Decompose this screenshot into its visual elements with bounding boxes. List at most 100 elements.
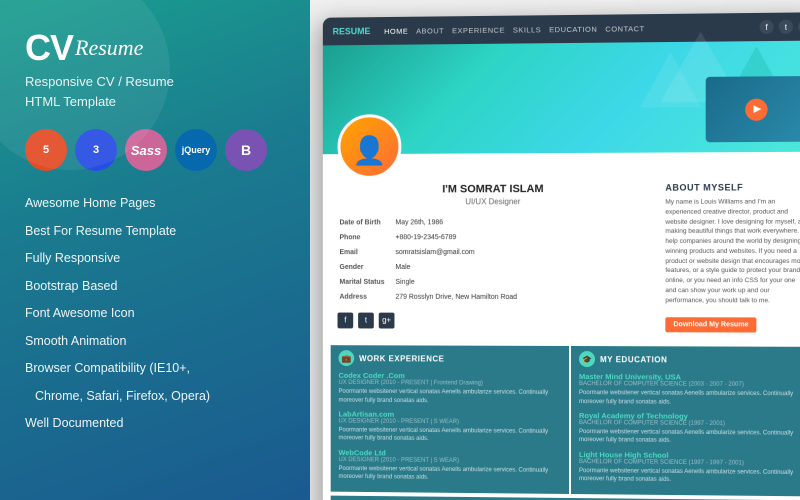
- edu-desc: Poormante websitener vertical sonatas Ae…: [579, 389, 800, 407]
- edu-period: BACHELOR OF COMPUTER SCIENCE (1997 - 199…: [579, 459, 800, 467]
- play-button[interactable]: ▶: [745, 98, 767, 120]
- edu-period: BACHELOR OF COMPUTER SCIENCE (2003 - 200…: [579, 381, 800, 388]
- about-title: ABOUT MYSELF: [665, 182, 800, 193]
- value: Single: [395, 276, 648, 289]
- badge-sass: Sass: [125, 129, 167, 171]
- exp-desc: Poormante websitener vertical sonatas Ae…: [339, 465, 562, 484]
- avatar-container: 👤: [338, 114, 402, 179]
- nav-bar: RESUME HOME ABOUT EXPERIENCE SKILLS EDUC…: [323, 12, 800, 45]
- social-fb-icon[interactable]: f: [338, 312, 354, 328]
- nav-link-experience[interactable]: EXPERIENCE: [452, 25, 505, 35]
- feature-item: Bootstrap Based: [25, 276, 285, 298]
- social-icon-tw[interactable]: t: [779, 20, 793, 34]
- briefcase-icon: 💼: [339, 350, 355, 366]
- browser-mockup: RESUME HOME ABOUT EXPERIENCE SKILLS EDUC…: [323, 12, 800, 500]
- edu-desc: Poormante websitener vertical sonatas Ae…: [579, 428, 800, 447]
- social-icon-fb[interactable]: f: [759, 20, 773, 34]
- tech-badges: 5 3 Sass jQuery B: [25, 129, 285, 171]
- left-panel: CV Resume Responsive CV / Resume HTML Te…: [0, 0, 310, 500]
- exp-period: UX DESIGNER (2010 - PRESENT | Frontend D…: [339, 380, 562, 387]
- nav-links: HOME ABOUT EXPERIENCE SKILLS EDUCATION C…: [384, 23, 753, 36]
- table-row: Date of Birth May 26th, 1986: [339, 216, 648, 230]
- edu-item-0: Master Mind University, USA BACHELOR OF …: [579, 372, 800, 407]
- exp-desc: Poormante websitener vertical sonatas Ae…: [339, 388, 562, 406]
- feature-item: Fully Responsive: [25, 248, 285, 270]
- avatar: 👤: [338, 114, 402, 179]
- label: Address: [339, 291, 393, 304]
- graduation-icon: 🎓: [579, 351, 595, 367]
- feature-item: Smooth Animation: [25, 331, 285, 353]
- nav-link-home[interactable]: HOME: [384, 26, 408, 35]
- table-row: Gender Male: [339, 261, 648, 274]
- nav-link-about[interactable]: ABOUT: [416, 26, 444, 35]
- table-row: Email somratsislam@gmail.com: [339, 246, 648, 259]
- profile-left: I'M SOMRAT ISLAM UI/UX Designer Date of …: [338, 183, 651, 333]
- feature-item: Font Awesome Icon: [25, 303, 285, 325]
- education-panel: 🎓 MY EDUCATION Master Mind University, U…: [571, 346, 800, 496]
- profile-table: Date of Birth May 26th, 1986 Phone +880-…: [338, 214, 651, 307]
- tagline: Responsive CV / Resume HTML Template: [25, 72, 285, 111]
- avatar-icon: 👤: [352, 134, 386, 167]
- edu-desc: Poormante websitener vertical sonatas Ae…: [579, 467, 800, 486]
- right-panel: RESUME HOME ABOUT EXPERIENCE SKILLS EDUC…: [310, 0, 800, 500]
- feature-item: Chrome, Safari, Firefox, Opera): [25, 386, 285, 408]
- profile-name: I'M SOMRAT ISLAM: [338, 183, 651, 196]
- section-row: 💼 WORK EXPERIENCE Codex Coder .Com UX DE…: [323, 345, 800, 496]
- label: Marital Status: [339, 276, 393, 289]
- label: Gender: [339, 261, 393, 274]
- exp-item-0: Codex Coder .Com UX DESIGNER (2010 - PRE…: [339, 371, 562, 406]
- label: Date of Birth: [339, 216, 393, 229]
- skills-section: PROFESSIONAL SKILLS & LANGUAGES SKILLS A…: [331, 495, 800, 500]
- edu-section-title: MY EDUCATION: [600, 355, 667, 364]
- nav-link-contact[interactable]: CONTACT: [605, 24, 644, 33]
- label: Phone: [339, 231, 393, 244]
- feature-item: Best For Resume Template: [25, 221, 285, 243]
- badge-bootstrap: B: [225, 129, 267, 171]
- label: Email: [339, 246, 393, 259]
- work-section-title: WORK EXPERIENCE: [359, 354, 444, 363]
- download-resume-button[interactable]: Download My Resume: [665, 317, 756, 332]
- profile-info: I'M SOMRAT ISLAM UI/UX Designer Date of …: [323, 152, 800, 341]
- logo-area: CV Resume: [25, 30, 285, 66]
- edu-item-1: Royal Academy of Technology BACHELOR OF …: [579, 411, 800, 447]
- exp-item-2: WebCode Ltd UX DESIGNER (2010 - PRESENT …: [339, 448, 562, 484]
- badge-jquery: jQuery: [175, 129, 217, 171]
- feature-item: Awesome Home Pages: [25, 193, 285, 215]
- logo-cv: CV: [25, 30, 73, 66]
- exp-period: UX DESIGNER (2010 - PRESENT | S WEAR): [339, 418, 562, 425]
- features-list: Awesome Home Pages Best For Resume Templ…: [25, 193, 285, 435]
- exp-item-1: LabArtisan.com UX DESIGNER (2010 - PRESE…: [339, 410, 562, 445]
- value: Male: [395, 261, 648, 274]
- section-header: 💼 WORK EXPERIENCE: [339, 350, 562, 367]
- badge-html5: 5: [25, 129, 67, 171]
- profile-title: UI/UX Designer: [338, 197, 651, 207]
- logo-resume: Resume: [75, 35, 143, 61]
- video-thumbnail[interactable]: ▶: [706, 76, 800, 142]
- table-row: Address 279 Rosslyn Drive, New Hamilton …: [339, 291, 648, 304]
- value: 279 Rosslyn Drive, New Hamilton Road: [395, 291, 648, 304]
- about-text: My name is Louis Williams and I'm an exp…: [665, 197, 800, 305]
- feature-item: Browser Compatibility (IE10+,: [25, 358, 285, 380]
- social-tw-icon[interactable]: t: [358, 312, 374, 328]
- nav-logo: RESUME: [333, 26, 371, 36]
- work-experience-panel: 💼 WORK EXPERIENCE Codex Coder .Com UX DE…: [331, 345, 569, 493]
- social-icons-row: f t g+: [338, 312, 651, 329]
- value: somratsislam@gmail.com: [395, 246, 648, 259]
- value: May 26th, 1986: [395, 216, 648, 230]
- table-row: Phone +880-19-2345-6789: [339, 231, 648, 244]
- edu-item-2: Light House High School BACHELOR OF COMP…: [579, 450, 800, 486]
- table-row: Marital Status Single: [339, 276, 648, 289]
- value: +880-19-2345-6789: [395, 231, 648, 244]
- feature-item: Well Documented: [25, 413, 285, 435]
- social-gp-icon[interactable]: g+: [379, 312, 395, 328]
- section-header: 🎓 MY EDUCATION: [579, 351, 800, 368]
- edu-period: BACHELOR OF COMPUTER SCIENCE (1997 - 200…: [579, 420, 800, 428]
- exp-desc: Poormante websitener vertical sonatas Ae…: [339, 426, 562, 444]
- nav-icons: f t in: [759, 19, 800, 34]
- nav-link-education[interactable]: EDUCATION: [549, 24, 597, 34]
- badge-css3: 3: [75, 129, 117, 171]
- nav-link-skills[interactable]: SKILLS: [513, 25, 541, 34]
- profile-right: ABOUT MYSELF My name is Louis Williams a…: [665, 182, 800, 333]
- exp-period: UX DESIGNER (2010 - PRESENT | S WEAR): [339, 457, 562, 465]
- hero-section: 👤 ▶: [323, 41, 800, 155]
